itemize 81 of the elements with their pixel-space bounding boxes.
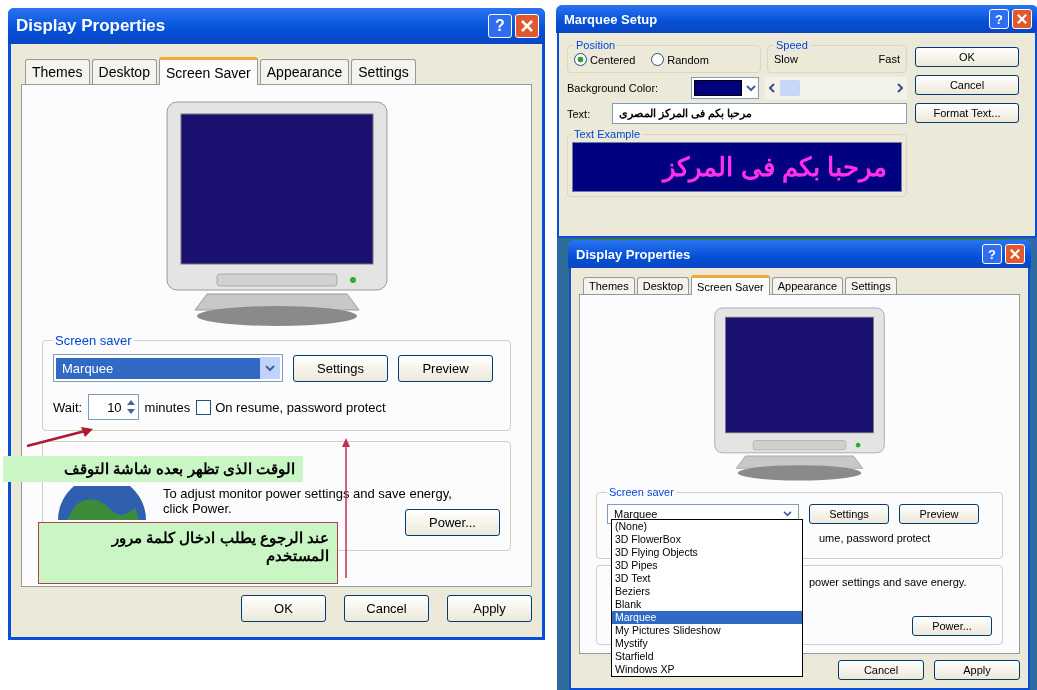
annotation-callout: عند الرجوع يطلب ادخال كلمة مرور المستخدم bbox=[38, 522, 338, 584]
tab[interactable]: Appearance bbox=[771, 277, 844, 294]
radio-button[interactable] bbox=[574, 53, 587, 66]
close-icon bbox=[1010, 249, 1020, 259]
chevron-down-icon bbox=[746, 84, 756, 92]
dialog-button[interactable]: Cancel bbox=[838, 660, 924, 680]
window-title: Display Properties bbox=[576, 246, 691, 262]
dropdown-item[interactable]: Marquee bbox=[612, 611, 802, 624]
radio-label: Centered bbox=[590, 53, 636, 66]
screen-saver-dropdown[interactable]: Marquee bbox=[53, 354, 283, 382]
wait-label: Wait: bbox=[53, 399, 83, 415]
tab[interactable]: Desktop bbox=[91, 59, 157, 84]
power-button[interactable]: Power... bbox=[405, 509, 500, 536]
close-button[interactable] bbox=[1005, 244, 1025, 264]
close-button[interactable] bbox=[1012, 9, 1032, 29]
group-label: Text Example bbox=[573, 128, 642, 140]
preview-text: مرحبا بكم فى المركز bbox=[663, 151, 887, 183]
group-label: Position bbox=[575, 39, 617, 51]
group-label: Speed bbox=[775, 39, 809, 51]
password-protect-label: ume, password protect bbox=[819, 532, 931, 544]
dialog-button[interactable]: Cancel bbox=[344, 595, 429, 622]
annotation-arrow bbox=[25, 426, 95, 448]
speed-slider[interactable] bbox=[765, 77, 907, 99]
settings-button[interactable]: Settings bbox=[809, 504, 889, 524]
radio-label: Random bbox=[667, 53, 709, 66]
radio-button[interactable] bbox=[651, 53, 665, 66]
help-button[interactable]: ? bbox=[488, 14, 512, 38]
chevron-right-icon bbox=[896, 83, 904, 93]
password-checkbox[interactable] bbox=[196, 399, 212, 415]
text-field[interactable]: مرحبا بكم فى المركز المصرى bbox=[612, 103, 907, 124]
tab[interactable]: Desktop bbox=[636, 277, 690, 294]
dropdown-item[interactable]: 3D Text bbox=[612, 572, 802, 585]
chevron-down-icon bbox=[783, 511, 792, 517]
window-title: Marquee Setup bbox=[564, 11, 658, 27]
wait-spinner[interactable]: 10 bbox=[88, 394, 139, 420]
power-button[interactable]: Power... bbox=[912, 616, 992, 636]
dropdown-item[interactable]: 3D Pipes bbox=[612, 559, 802, 572]
power-description: power settings and save energy. bbox=[809, 576, 968, 588]
group-label: Screen saver bbox=[54, 333, 133, 348]
dropdown-item[interactable]: Starfield bbox=[612, 650, 802, 663]
dropdown-item[interactable]: Blank bbox=[612, 598, 802, 611]
dialog-button[interactable]: OK bbox=[241, 595, 326, 622]
dropdown-item[interactable]: Beziers bbox=[612, 585, 802, 598]
settings-button[interactable]: Settings bbox=[293, 354, 388, 382]
chevron-left-icon bbox=[768, 83, 776, 93]
group-label: Screen saver bbox=[608, 486, 675, 498]
dialog-button[interactable]: Apply bbox=[934, 660, 1020, 680]
preview-button[interactable]: Preview bbox=[899, 504, 979, 524]
color-dropdown[interactable] bbox=[691, 77, 759, 99]
dialog-button[interactable]: Cancel bbox=[915, 75, 1019, 95]
dialog-button[interactable]: Apply bbox=[447, 595, 532, 622]
window-title: Display Properties bbox=[16, 16, 166, 36]
annotation-callout: الوقت الذى تظهر بعده شاشة التوقف bbox=[3, 456, 303, 482]
dialog-button[interactable]: Format Text... bbox=[915, 103, 1019, 123]
minutes-label: minutes bbox=[144, 399, 191, 415]
slow-label: Slow bbox=[774, 53, 798, 65]
slider-thumb[interactable] bbox=[780, 80, 801, 96]
tab[interactable]: Settings bbox=[845, 277, 897, 294]
dropdown-item[interactable]: Windows XP bbox=[612, 663, 802, 676]
tab[interactable]: Appearance bbox=[259, 59, 350, 84]
close-icon bbox=[1017, 14, 1027, 24]
fast-label: Fast bbox=[878, 53, 900, 65]
checkbox-label: On resume, password protect bbox=[215, 399, 386, 415]
close-icon bbox=[521, 20, 533, 32]
dropdown-item[interactable]: 3D FlowerBox bbox=[612, 533, 802, 546]
dialog-button[interactable]: OK bbox=[915, 47, 1019, 67]
dropdown-item[interactable]: 3D Flying Objects bbox=[612, 546, 802, 559]
close-button[interactable] bbox=[515, 14, 539, 38]
tab[interactable]: Screen Saver bbox=[691, 275, 770, 295]
tab[interactable]: Screen Saver bbox=[158, 57, 258, 85]
tab[interactable]: Settings bbox=[351, 59, 416, 84]
dropdown-item[interactable]: My Pictures Slideshow bbox=[612, 624, 802, 637]
preview-button[interactable]: Preview bbox=[398, 354, 493, 382]
dropdown-item[interactable]: Mystify bbox=[612, 637, 802, 650]
chevron-down-icon bbox=[265, 364, 275, 372]
text-label: Text: bbox=[567, 107, 591, 120]
tab[interactable]: Themes bbox=[25, 59, 90, 84]
help-button[interactable]: ? bbox=[982, 244, 1002, 264]
background-color-label: Background Color: bbox=[567, 82, 660, 94]
help-button[interactable]: ? bbox=[989, 9, 1009, 29]
tab[interactable]: Themes bbox=[583, 277, 635, 294]
